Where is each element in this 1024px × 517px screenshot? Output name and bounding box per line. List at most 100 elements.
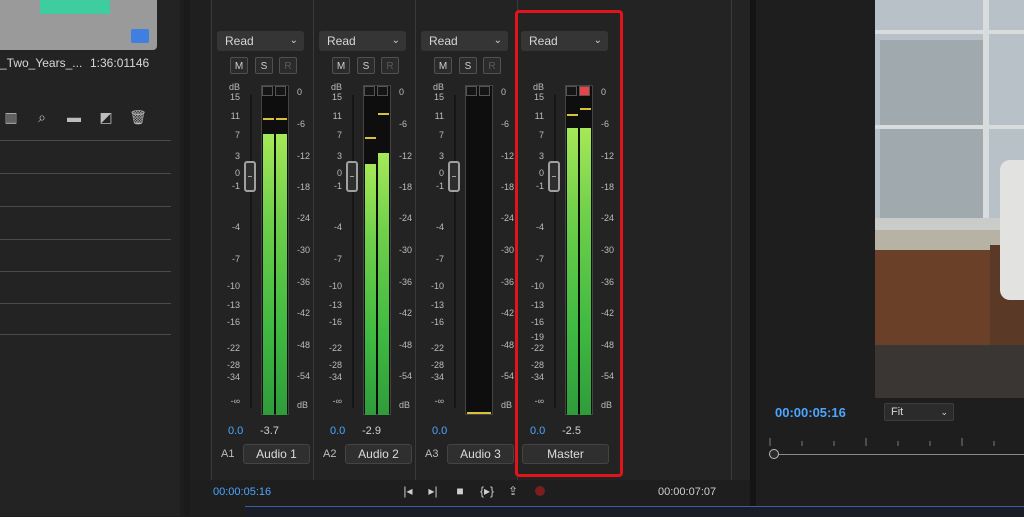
volume-fader[interactable] bbox=[346, 161, 358, 192]
playhead-handle[interactable] bbox=[769, 449, 779, 459]
mute-button[interactable]: M bbox=[434, 57, 452, 74]
fader-scale-label: dB bbox=[330, 82, 342, 92]
master-channel-highlight bbox=[515, 10, 623, 477]
automation-mode-value: Read bbox=[327, 34, 356, 48]
meter-scale-label: 0 bbox=[399, 87, 405, 97]
grid-view-icon[interactable]: ▥ bbox=[2, 109, 20, 125]
automation-mode-dropdown[interactable]: Read ⌄ bbox=[421, 31, 508, 51]
automation-mode-value: Read bbox=[429, 34, 458, 48]
volume-fader[interactable] bbox=[448, 161, 460, 192]
export-icon[interactable]: ⇪ bbox=[504, 484, 522, 498]
fader-scale-label: -1 bbox=[333, 181, 342, 191]
track-id: A1 bbox=[221, 448, 235, 460]
record-icon[interactable] bbox=[535, 486, 545, 496]
meter-scale-label: -30 bbox=[399, 245, 413, 255]
meter-bar-left bbox=[263, 134, 274, 415]
clip-name[interactable]: _Two_Years_... bbox=[0, 56, 82, 70]
fader-scale-label: -22 bbox=[328, 343, 342, 353]
solo-button[interactable]: S bbox=[255, 57, 273, 74]
meter-scale-label: dB bbox=[297, 400, 309, 410]
folder-icon[interactable]: ▬ bbox=[65, 109, 83, 125]
go-to-out-icon[interactable]: ▸| bbox=[424, 484, 442, 498]
fader-scale-label: 7 bbox=[234, 130, 240, 140]
volume-value[interactable]: -3.7 bbox=[260, 425, 279, 437]
chevron-down-icon: ⌄ bbox=[391, 35, 400, 46]
automation-mode-dropdown[interactable]: Read ⌄ bbox=[319, 31, 406, 51]
fader-scale-label: -∞ bbox=[434, 396, 444, 406]
fader-track[interactable] bbox=[454, 95, 456, 408]
fader-scale-label: dB bbox=[432, 82, 444, 92]
fader-scale-label: -1 bbox=[435, 181, 444, 191]
fader-scale-label: 7 bbox=[438, 130, 444, 140]
fader-scale-label: -13 bbox=[226, 300, 240, 310]
fader-track[interactable] bbox=[250, 95, 252, 408]
time-ruler[interactable] bbox=[768, 438, 1024, 446]
track-name: Audio 1 bbox=[243, 444, 310, 464]
meter-scale-label: -30 bbox=[297, 245, 311, 255]
trash-icon[interactable]: 🗑 bbox=[129, 109, 147, 125]
pan-value[interactable]: 0.0 bbox=[432, 425, 447, 437]
meter-scale-label: -24 bbox=[399, 213, 413, 223]
meter-scale-label: -48 bbox=[399, 340, 413, 350]
meter-scale-label: -12 bbox=[399, 151, 413, 161]
current-timecode[interactable]: 00:00:05:16 bbox=[213, 486, 271, 498]
peak-indicator[interactable] bbox=[275, 86, 286, 96]
search-icon[interactable]: ⌕ bbox=[33, 109, 51, 125]
list-divider bbox=[0, 173, 171, 174]
fader-scale-label: 3 bbox=[438, 151, 444, 161]
mute-button[interactable]: M bbox=[332, 57, 350, 74]
list-divider bbox=[0, 206, 171, 207]
fader-track[interactable] bbox=[352, 95, 354, 408]
new-item-icon[interactable]: ◩ bbox=[97, 109, 115, 125]
fader-scale-label: 0 bbox=[234, 168, 240, 178]
fader-scale-label: 11 bbox=[332, 111, 342, 121]
channel-separator bbox=[731, 0, 732, 480]
peak-indicator[interactable] bbox=[377, 86, 388, 96]
level-meter bbox=[465, 85, 493, 415]
go-to-in-icon[interactable]: |◂ bbox=[399, 484, 417, 498]
volume-fader[interactable] bbox=[244, 161, 256, 192]
fader-scale-label: 0 bbox=[336, 168, 342, 178]
zoom-dropdown[interactable]: Fit ⌄ bbox=[884, 403, 954, 421]
record-enable-button[interactable]: R bbox=[381, 57, 399, 74]
monitor-timecode[interactable]: 00:00:05:16 bbox=[775, 405, 846, 420]
solo-button[interactable]: S bbox=[459, 57, 477, 74]
channel-separator bbox=[211, 0, 212, 480]
playhead-track[interactable] bbox=[775, 454, 1024, 455]
meter-scale-label: -18 bbox=[297, 182, 311, 192]
peak-indicator[interactable] bbox=[262, 86, 273, 96]
stop-icon[interactable]: ■ bbox=[451, 484, 469, 498]
fader-scale-label: 11 bbox=[434, 111, 444, 121]
peak-indicator[interactable] bbox=[364, 86, 375, 96]
chevron-down-icon: ⌄ bbox=[289, 35, 298, 46]
track-id: A2 bbox=[323, 448, 337, 460]
pan-value[interactable]: 0.0 bbox=[330, 425, 345, 437]
chevron-down-icon: ⌄ bbox=[940, 407, 948, 417]
automation-mode-dropdown[interactable]: Read ⌄ bbox=[217, 31, 304, 51]
mute-button[interactable]: M bbox=[230, 57, 248, 74]
volume-value[interactable]: -2.9 bbox=[362, 425, 381, 437]
fader-scale-label: -28 bbox=[430, 360, 444, 370]
record-enable-button[interactable]: R bbox=[483, 57, 501, 74]
fader-scale-label: -4 bbox=[231, 222, 240, 232]
fader-scale-label: -28 bbox=[226, 360, 240, 370]
zoom-value: Fit bbox=[891, 406, 904, 418]
solo-button[interactable]: S bbox=[357, 57, 375, 74]
list-divider bbox=[0, 271, 171, 272]
meter-scale-label: -6 bbox=[399, 119, 408, 129]
peak-indicator[interactable] bbox=[479, 86, 490, 96]
fader-scale-label: 7 bbox=[336, 130, 342, 140]
mixer-gutter bbox=[190, 0, 210, 480]
peak-indicator[interactable] bbox=[466, 86, 477, 96]
meter-bar-right bbox=[276, 134, 287, 415]
loop-icon[interactable]: {▸} bbox=[478, 484, 496, 498]
fader-scale-label: 15 bbox=[229, 92, 240, 102]
fader-scale-label: -28 bbox=[328, 360, 342, 370]
fader-scale-label: 3 bbox=[234, 151, 240, 161]
audio-clip-badge-icon bbox=[131, 29, 149, 43]
pan-value[interactable]: 0.0 bbox=[228, 425, 243, 437]
fader-scale-label: -4 bbox=[435, 222, 444, 232]
meter-scale-label: -42 bbox=[297, 308, 311, 318]
timeline-strip bbox=[245, 506, 1024, 517]
record-enable-button[interactable]: R bbox=[279, 57, 297, 74]
